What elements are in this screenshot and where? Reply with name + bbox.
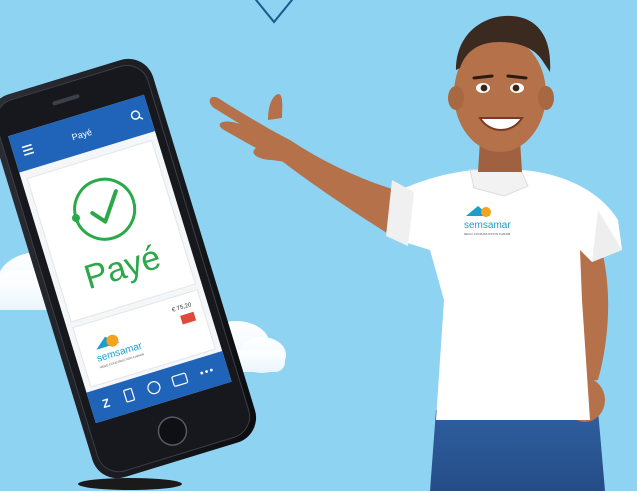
waving-hand <box>209 94 290 162</box>
left-ear <box>448 86 464 110</box>
illustration: Payé Payé semsamar NEGO·CONSTRUCTION·CAR… <box>0 0 622 491</box>
svg-text:NEGO·CONSTRUCTION·CARAIB: NEGO·CONSTRUCTION·CARAIB <box>464 232 510 236</box>
right-ear <box>538 86 554 110</box>
jeans <box>430 410 605 491</box>
man-character: semsamar NEGO·CONSTRUCTION·CARAIB <box>209 15 622 491</box>
left-arm <box>278 140 402 240</box>
smartphone: Payé Payé semsamar NEGO·CONSTRUCTION·CAR… <box>0 58 257 479</box>
illustration-stage: Payé Payé semsamar NEGO·CONSTRUCTION·CAR… <box>0 0 637 491</box>
phone-shadow <box>78 478 182 490</box>
svg-text:semsamar: semsamar <box>464 220 511 231</box>
arrow-decoration <box>254 0 294 24</box>
